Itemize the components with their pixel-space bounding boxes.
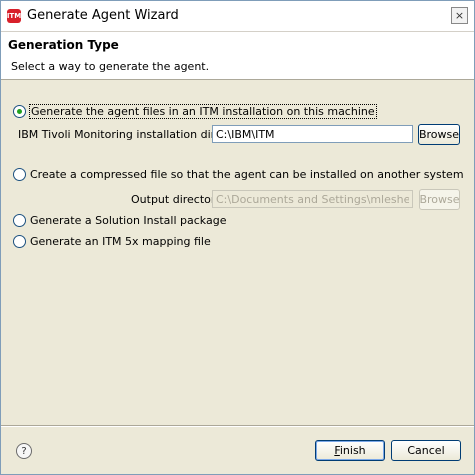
finish-label: Finish xyxy=(334,444,366,457)
wizard-window: ITM Generate Agent Wizard × Generation T… xyxy=(0,0,475,475)
title-bar: ITM Generate Agent Wizard × xyxy=(1,1,474,32)
window-title: Generate Agent Wizard xyxy=(27,8,179,23)
help-icon: ? xyxy=(21,445,27,457)
radio-label: Generate the agent files in an ITM insta… xyxy=(29,104,377,119)
radio-button[interactable] xyxy=(13,214,26,227)
cancel-button[interactable]: Cancel xyxy=(391,440,461,461)
radio-label: Generate an ITM 5x mapping file xyxy=(30,235,211,248)
browse-itm-button[interactable]: Browse xyxy=(418,124,460,145)
radio-compressed-file[interactable]: Create a compressed file so that the age… xyxy=(13,168,464,181)
radio-button[interactable] xyxy=(13,235,26,248)
radio-itm-install[interactable]: Generate the agent files in an ITM insta… xyxy=(13,104,377,119)
finish-button[interactable]: Finish xyxy=(315,440,385,461)
browse-output-button[interactable]: Browse xyxy=(419,189,460,210)
browse-label: Browse xyxy=(419,193,460,206)
close-icon: × xyxy=(454,9,465,22)
cancel-label: Cancel xyxy=(407,444,445,457)
footer-separator xyxy=(1,425,474,427)
browse-label: Browse xyxy=(418,128,460,141)
output-directory-label: Output directory xyxy=(131,193,222,206)
page-description: Select a way to generate the agent. xyxy=(11,60,210,73)
radio-solution-install[interactable]: Generate a Solution Install package xyxy=(13,214,226,227)
app-icon: ITM xyxy=(7,9,21,23)
close-button[interactable]: × xyxy=(451,7,468,24)
wizard-header: Generation Type Select a way to generate… xyxy=(1,32,474,80)
radio-label: Create a compressed file so that the age… xyxy=(30,168,464,181)
radio-mapping-file[interactable]: Generate an ITM 5x mapping file xyxy=(13,235,211,248)
output-directory-field[interactable] xyxy=(212,190,413,208)
help-button[interactable]: ? xyxy=(16,443,32,459)
itm-directory-field[interactable] xyxy=(212,125,413,143)
radio-label: Generate a Solution Install package xyxy=(30,214,227,227)
radio-button[interactable] xyxy=(13,105,26,118)
radio-button[interactable] xyxy=(13,168,26,181)
page-title: Generation Type xyxy=(8,38,119,52)
